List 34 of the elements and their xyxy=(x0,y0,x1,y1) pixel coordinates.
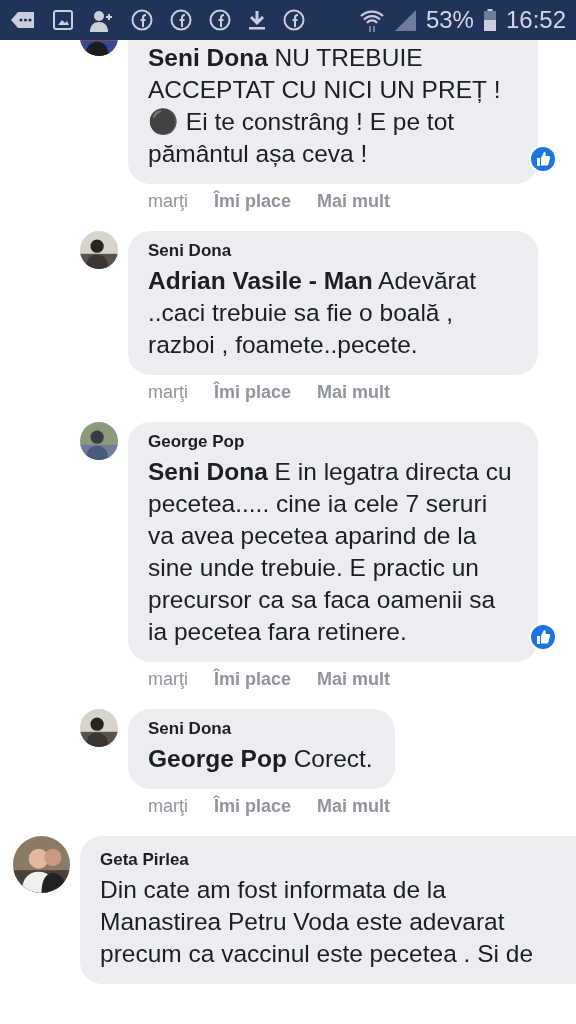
facebook-icon xyxy=(283,9,305,31)
battery-icon xyxy=(483,9,496,31)
battery-percent: 53% xyxy=(425,6,474,34)
author-name[interactable]: George Pop xyxy=(148,430,516,454)
facebook-icon xyxy=(131,9,153,31)
comment-text: Adrian Vasile - Man Adevărat ..caci trebuie sa fie o boală , razboi , foamete..pecete. xyxy=(148,266,478,360)
comment-text: Seni Dona E in legatra directa cu pecetea..... cine ia cele 7 seruri va avea pecetea aparind de la sine unde trebuie. E practic un precursor ca sa faca oamenii sa ia pecetea fara retinere. xyxy=(148,457,513,647)
facebook-icon xyxy=(170,9,192,31)
like-link[interactable]: Îmi place xyxy=(214,666,292,692)
comment-time: marţi xyxy=(148,381,188,404)
facebook-icon xyxy=(209,9,231,31)
more-link[interactable]: Mai mult xyxy=(317,379,391,405)
more-icon xyxy=(10,10,36,30)
more-link[interactable]: Mai mult xyxy=(317,666,391,692)
comment-text: Din cate am fost informata de la Manastirea Petru Voda este adevarat precum ca vaccinul este pecetea . Si de xyxy=(100,875,535,969)
download-icon xyxy=(248,10,266,30)
add-person-icon xyxy=(90,8,114,32)
image-icon xyxy=(53,10,73,30)
like-link[interactable]: Îmi place xyxy=(214,188,292,214)
comment-text: George Pop Corect. xyxy=(148,744,373,774)
clock-time: 16:52 xyxy=(505,6,566,34)
like-link[interactable]: Îmi place xyxy=(214,793,292,819)
comment-text: Seni Dona NU TREBUIE ACCEPTAT CU NICI UN PREȚ ! ⚫ Ei te constrâng ! E pe tot pământul așa ceva ! xyxy=(148,43,502,169)
signal-icon xyxy=(393,9,416,31)
comment-time: marţi xyxy=(148,668,188,691)
like-link[interactable]: Îmi place xyxy=(214,379,292,405)
author-name[interactable]: Geta Pirlea xyxy=(100,848,550,872)
wifi-icon xyxy=(359,8,384,32)
author-name[interactable]: Seni Dona xyxy=(148,717,373,741)
comment-time: marţi xyxy=(148,795,188,818)
author-name[interactable]: Seni Dona xyxy=(148,239,516,263)
comment-time: marţi xyxy=(148,190,188,213)
more-link[interactable]: Mai mult xyxy=(317,793,391,819)
more-link[interactable]: Mai mult xyxy=(317,188,391,214)
